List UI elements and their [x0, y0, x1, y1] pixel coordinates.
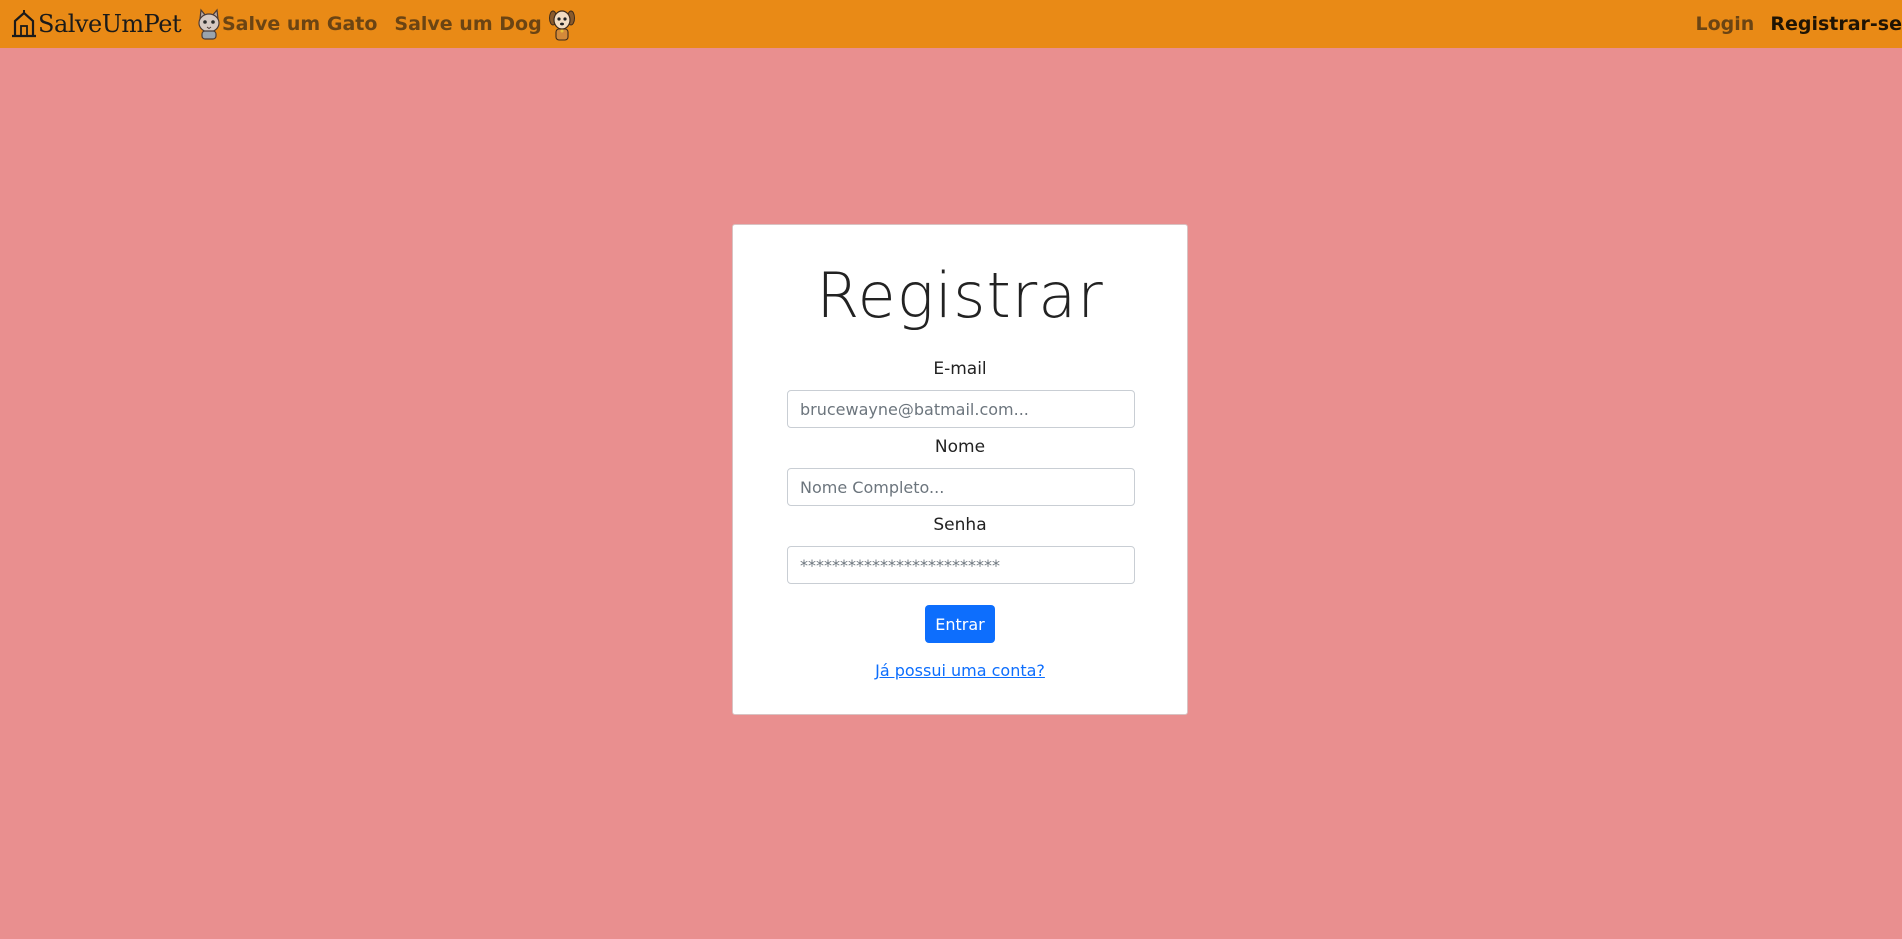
brand-name: SalveUmPet: [38, 10, 182, 38]
nav-link-cat[interactable]: Salve um Gato: [196, 8, 377, 40]
email-field[interactable]: [787, 390, 1135, 428]
name-field[interactable]: [787, 468, 1135, 506]
password-field[interactable]: [787, 546, 1135, 584]
login-link[interactable]: Login: [1696, 13, 1755, 35]
page-title: Registrar: [816, 259, 1104, 332]
dog-icon: [548, 10, 575, 41]
nav-link-cat-label: Salve um Gato: [222, 13, 378, 35]
password-label: Senha: [933, 515, 987, 535]
house-icon: [12, 10, 36, 38]
brand-link[interactable]: SalveUmPet: [12, 0, 182, 48]
email-label: E-mail: [933, 359, 987, 379]
nav-link-dog[interactable]: Salve um Dog: [394, 7, 575, 41]
nav-auth: Login Registrar-se: [1696, 0, 1902, 48]
cat-icon: [198, 8, 220, 40]
navbar: SalveUmPet Salve um Gato Salve um Dog Lo…: [0, 0, 1902, 48]
already-have-account-link[interactable]: Já possui uma conta?: [733, 661, 1187, 680]
name-label: Nome: [934, 437, 986, 457]
register-link[interactable]: Registrar-se: [1770, 13, 1902, 35]
submit-button[interactable]: Entrar: [925, 605, 995, 643]
nav-link-dog-label: Salve um Dog: [394, 13, 542, 35]
register-card: Registrar E-mail Nome Senha Entrar Já po…: [732, 224, 1188, 715]
nav-links: Salve um Gato Salve um Dog: [196, 0, 576, 48]
